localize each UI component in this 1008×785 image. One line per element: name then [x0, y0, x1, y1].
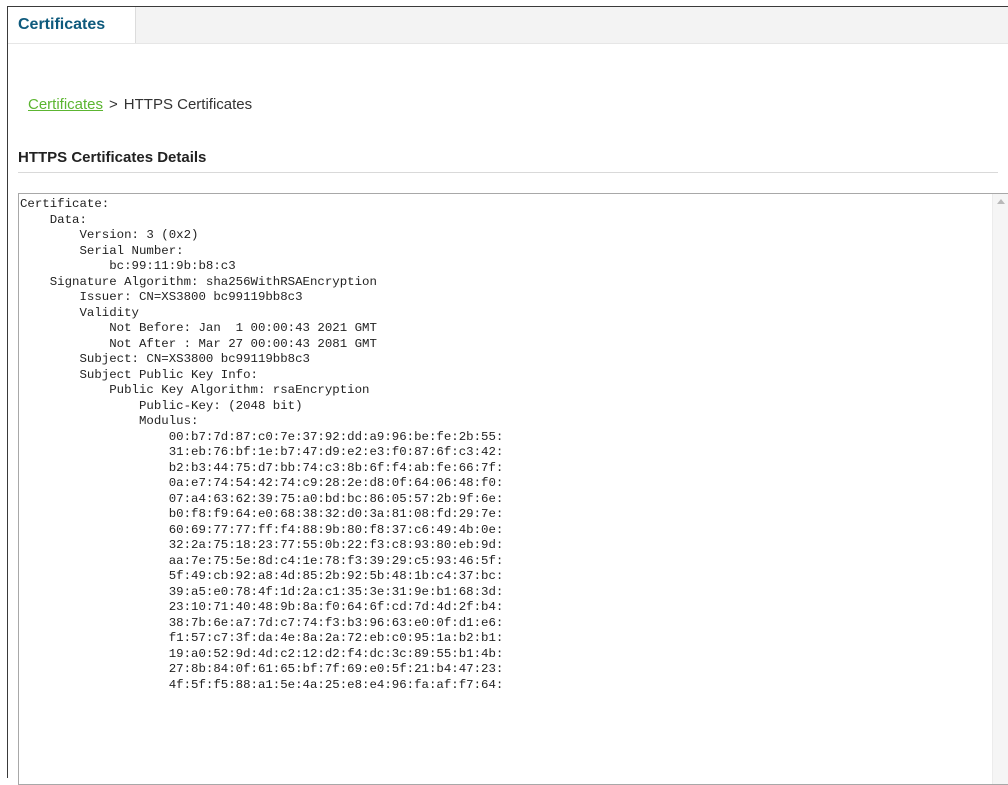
certificate-line: Version: 3 (0x2) [20, 228, 199, 242]
certificate-line: Signature Algorithm: sha256WithRSAEncryp… [20, 274, 377, 289]
certificate-line: 38:7b:6e:a7:7d:c7:74:f3:b3:96:63:e0:0f:d… [20, 615, 504, 630]
certificate-line: Not Before: Jan 1 00:00:43 2021 GMT [20, 321, 377, 335]
certificate-line: f1:57:c7:3f:da:4e:8a:2a:72:eb:c0:95:1a:b… [20, 631, 504, 645]
certificate-line: Public-Key: (2048 bit) [20, 398, 303, 413]
certificate-line: 5f:49:cb:92:a8:4d:85:2b:92:5b:48:1b:c4:3… [20, 569, 504, 583]
certificate-line: 0a:e7:74:54:42:74:c9:28:2e:d8:0f:64:06:4… [20, 476, 504, 490]
certificate-line: aa:7e:75:5e:8d:c4:1e:78:f3:39:29:c5:93:4… [20, 553, 504, 568]
certificate-line: b0:f8:f9:64:e0:68:38:32:d0:3a:81:08:fd:2… [20, 507, 504, 521]
certificate-text: Certificate: Data: Version: 3 (0x2) Seri… [20, 197, 503, 693]
certificate-line: bc:99:11:9b:b8:c3 [20, 259, 236, 273]
certificate-line: 32:2a:75:18:23:77:55:0b:22:f3:c8:93:80:e… [20, 538, 504, 552]
scroll-up-arrow-icon[interactable] [997, 199, 1005, 204]
vertical-scrollbar[interactable] [992, 194, 1008, 784]
certificate-line: 60:69:77:77:ff:f4:88:9b:80:f8:37:c6:49:4… [20, 522, 504, 537]
certificate-line: Certificate: [20, 197, 110, 211]
certificate-line: 4f:5f:f5:88:a1:5e:4a:25:e8:e4:96:fa:af:f… [20, 677, 504, 692]
certificate-line: 19:a0:52:9d:4d:c2:12:d2:f4:dc:3c:89:55:b… [20, 646, 504, 661]
breadcrumb-certificates-link[interactable]: Certificates [28, 96, 103, 113]
certificate-line: 00:b7:7d:87:c0:7e:37:92:dd:a9:96:be:fe:2… [20, 429, 504, 444]
certificate-details-textarea[interactable]: Certificate: Data: Version: 3 (0x2) Seri… [18, 193, 1008, 785]
certificate-line: Not After : Mar 27 00:00:43 2081 GMT [20, 336, 377, 351]
certificate-line: Subject Public Key Info: [20, 367, 258, 382]
tab-bar: Certificates [8, 7, 1008, 44]
certificate-line: 31:eb:76:bf:1e:b7:47:d9:e2:e3:f0:87:6f:c… [20, 445, 504, 459]
breadcrumb-current: HTTPS Certificates [123, 96, 253, 113]
certificate-line: 39:a5:e0:78:4f:1d:2a:c1:35:3e:31:9e:b1:6… [20, 584, 504, 599]
certificate-line: Issuer: CN=XS3800 bc99119bb8c3 [20, 290, 303, 304]
certificate-line: Public Key Algorithm: rsaEncryption [20, 383, 370, 397]
certificate-line: Validity [20, 305, 139, 320]
section-title: HTTPS Certificates Details [18, 149, 207, 166]
section-divider [18, 172, 998, 173]
certificate-line: 07:a4:63:62:39:75:a0:bd:bc:86:05:57:2b:9… [20, 491, 504, 506]
certificates-panel: Certificates Certificates > HTTPS Certific… [7, 6, 1008, 785]
certificate-line: Serial Number: [20, 243, 184, 258]
certificate-line: 27:8b:84:0f:61:65:bf:7f:69:e0:5f:21:b4:4… [20, 662, 504, 676]
certificate-line: Data: [20, 212, 87, 227]
certificate-line: Modulus: [20, 414, 199, 428]
tab-certificates[interactable]: Certificates [8, 7, 136, 43]
certificate-line: Subject: CN=XS3800 bc99119bb8c3 [20, 352, 310, 366]
certificate-line: b2:b3:44:75:d7:bb:74:c3:8b:6f:f4:ab:fe:6… [20, 460, 504, 475]
breadcrumb: Certificates > HTTPS Certificates [28, 96, 252, 113]
breadcrumb-separator: > [109, 96, 118, 113]
certificate-line: 23:10:71:40:48:9b:8a:f0:64:6f:cd:7d:4d:2… [20, 600, 504, 614]
